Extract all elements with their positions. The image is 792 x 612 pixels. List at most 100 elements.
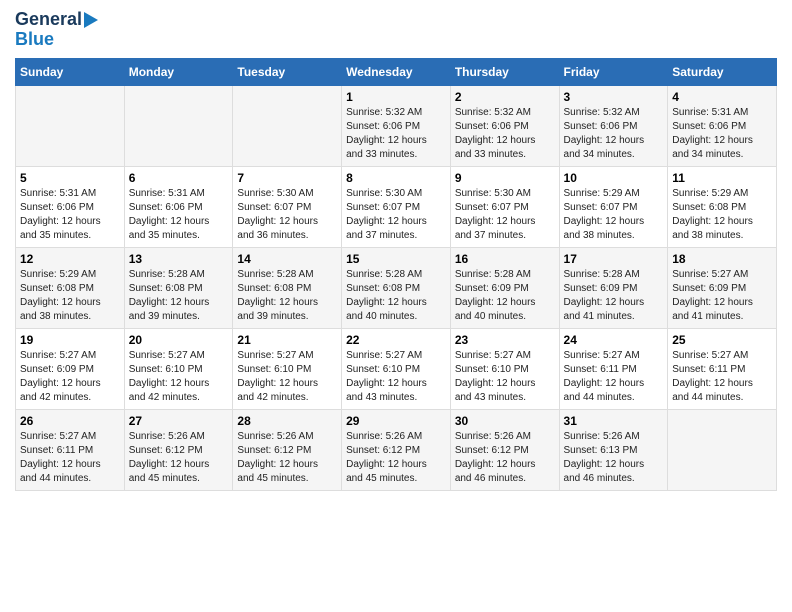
day-number: 8	[346, 171, 446, 185]
day-number: 25	[672, 333, 772, 347]
day-number: 27	[129, 414, 229, 428]
day-number: 22	[346, 333, 446, 347]
day-info: Sunrise: 5:27 AM Sunset: 6:10 PM Dayligh…	[346, 349, 446, 405]
day-number: 2	[455, 90, 555, 104]
calendar-cell: 16Sunrise: 5:28 AM Sunset: 6:09 PM Dayli…	[450, 247, 559, 328]
day-number: 29	[346, 414, 446, 428]
calendar-cell: 19 Sunrise: 5:27 AM Sunset: 6:09 PM Dayli…	[16, 328, 125, 409]
day-number: 24	[564, 333, 664, 347]
day-number: 12	[20, 252, 120, 266]
day-info: Sunrise: 5:26 AM Sunset: 6:12 PM Dayligh…	[346, 430, 446, 486]
day-number: 18	[672, 252, 772, 266]
day-info: Sunrise: 5:28 AM Sunset: 6:08 PM Dayligh…	[237, 268, 337, 324]
day-number: 31	[564, 414, 664, 428]
day-number: 13	[129, 252, 229, 266]
calendar-week-4: 19 Sunrise: 5:27 AM Sunset: 6:09 PM Dayli…	[16, 328, 777, 409]
calendar-week-2: 5 Sunrise: 5:31 AM Sunset: 6:06 PM Daylig…	[16, 166, 777, 247]
day-info: Sunrise: 5:31 AM Sunset: 6:06 PM Dayligh…	[20, 187, 120, 243]
day-info: Sunrise: 5:27 AM Sunset: 6:09 PM Dayligh…	[672, 268, 772, 324]
calendar-cell	[668, 409, 777, 490]
calendar-cell: 23 Sunrise: 5:27 AM Sunset: 6:10 PM Dayli…	[450, 328, 559, 409]
logo-general: General	[15, 10, 82, 30]
calendar-cell: 17 Sunrise: 5:28 AM Sunset: 6:09 PM Dayli…	[559, 247, 668, 328]
day-info: Sunrise: 5:29 AM Sunset: 6:08 PM Dayligh…	[20, 268, 120, 324]
calendar-cell: 27Sunrise: 5:26 AM Sunset: 6:12 PM Dayli…	[124, 409, 233, 490]
calendar-cell: 31 Sunrise: 5:26 AM Sunset: 6:13 PM Dayli…	[559, 409, 668, 490]
calendar-cell: 29 Sunrise: 5:26 AM Sunset: 6:12 PM Dayli…	[342, 409, 451, 490]
calendar-cell	[16, 85, 125, 166]
day-number: 20	[129, 333, 229, 347]
calendar-week-5: 26Sunrise: 5:27 AM Sunset: 6:11 PM Dayli…	[16, 409, 777, 490]
calendar-cell: 28 Sunrise: 5:26 AM Sunset: 6:12 PM Dayli…	[233, 409, 342, 490]
calendar-cell: 9 Sunrise: 5:30 AM Sunset: 6:07 PM Daylig…	[450, 166, 559, 247]
calendar-cell: 5 Sunrise: 5:31 AM Sunset: 6:06 PM Daylig…	[16, 166, 125, 247]
day-info: Sunrise: 5:27 AM Sunset: 6:11 PM Dayligh…	[564, 349, 664, 405]
day-number: 11	[672, 171, 772, 185]
day-number: 14	[237, 252, 337, 266]
day-number: 26	[20, 414, 120, 428]
day-info: Sunrise: 5:27 AM Sunset: 6:11 PM Dayligh…	[672, 349, 772, 405]
header-tuesday: Tuesday	[233, 58, 342, 85]
calendar-cell: 18 Sunrise: 5:27 AM Sunset: 6:09 PM Dayli…	[668, 247, 777, 328]
header-sunday: Sunday	[16, 58, 125, 85]
logo-blue: Blue	[15, 30, 54, 50]
day-info: Sunrise: 5:28 AM Sunset: 6:08 PM Dayligh…	[346, 268, 446, 324]
day-number: 28	[237, 414, 337, 428]
header-thursday: Thursday	[450, 58, 559, 85]
day-number: 5	[20, 171, 120, 185]
calendar-header-row: SundayMondayTuesdayWednesdayThursdayFrid…	[16, 58, 777, 85]
calendar-cell: 4Sunrise: 5:31 AM Sunset: 6:06 PM Daylig…	[668, 85, 777, 166]
day-info: Sunrise: 5:27 AM Sunset: 6:10 PM Dayligh…	[129, 349, 229, 405]
calendar-week-3: 12 Sunrise: 5:29 AM Sunset: 6:08 PM Dayli…	[16, 247, 777, 328]
header-saturday: Saturday	[668, 58, 777, 85]
day-info: Sunrise: 5:27 AM Sunset: 6:10 PM Dayligh…	[455, 349, 555, 405]
calendar-cell: 14 Sunrise: 5:28 AM Sunset: 6:08 PM Dayli…	[233, 247, 342, 328]
day-number: 15	[346, 252, 446, 266]
calendar-cell: 2 Sunrise: 5:32 AM Sunset: 6:06 PM Daylig…	[450, 85, 559, 166]
day-info: Sunrise: 5:32 AM Sunset: 6:06 PM Dayligh…	[455, 106, 555, 162]
day-info: Sunrise: 5:32 AM Sunset: 6:06 PM Dayligh…	[346, 106, 446, 162]
day-info: Sunrise: 5:26 AM Sunset: 6:13 PM Dayligh…	[564, 430, 664, 486]
calendar-week-1: 1Sunrise: 5:32 AM Sunset: 6:06 PM Daylig…	[16, 85, 777, 166]
day-number: 3	[564, 90, 664, 104]
calendar-cell: 30Sunrise: 5:26 AM Sunset: 6:12 PM Dayli…	[450, 409, 559, 490]
day-info: Sunrise: 5:28 AM Sunset: 6:08 PM Dayligh…	[129, 268, 229, 324]
day-number: 30	[455, 414, 555, 428]
calendar-cell: 25 Sunrise: 5:27 AM Sunset: 6:11 PM Dayli…	[668, 328, 777, 409]
calendar-cell: 8 Sunrise: 5:30 AM Sunset: 6:07 PM Daylig…	[342, 166, 451, 247]
day-number: 19	[20, 333, 120, 347]
day-number: 6	[129, 171, 229, 185]
header-wednesday: Wednesday	[342, 58, 451, 85]
calendar-cell: 22 Sunrise: 5:27 AM Sunset: 6:10 PM Dayli…	[342, 328, 451, 409]
day-info: Sunrise: 5:29 AM Sunset: 6:08 PM Dayligh…	[672, 187, 772, 243]
calendar-cell: 13 Sunrise: 5:28 AM Sunset: 6:08 PM Dayli…	[124, 247, 233, 328]
day-number: 9	[455, 171, 555, 185]
logo: General Blue	[15, 10, 98, 50]
calendar-cell: 15 Sunrise: 5:28 AM Sunset: 6:08 PM Dayli…	[342, 247, 451, 328]
day-info: Sunrise: 5:26 AM Sunset: 6:12 PM Dayligh…	[237, 430, 337, 486]
logo-arrow-icon	[84, 12, 98, 28]
calendar-cell: 11 Sunrise: 5:29 AM Sunset: 6:08 PM Dayli…	[668, 166, 777, 247]
day-number: 4	[672, 90, 772, 104]
day-info: Sunrise: 5:28 AM Sunset: 6:09 PM Dayligh…	[564, 268, 664, 324]
day-info: Sunrise: 5:29 AM Sunset: 6:07 PM Dayligh…	[564, 187, 664, 243]
calendar-cell: 3 Sunrise: 5:32 AM Sunset: 6:06 PM Daylig…	[559, 85, 668, 166]
calendar-cell: 1Sunrise: 5:32 AM Sunset: 6:06 PM Daylig…	[342, 85, 451, 166]
day-info: Sunrise: 5:27 AM Sunset: 6:10 PM Dayligh…	[237, 349, 337, 405]
day-number: 21	[237, 333, 337, 347]
calendar-cell	[233, 85, 342, 166]
day-number: 10	[564, 171, 664, 185]
day-number: 7	[237, 171, 337, 185]
day-info: Sunrise: 5:30 AM Sunset: 6:07 PM Dayligh…	[346, 187, 446, 243]
calendar-cell: 24 Sunrise: 5:27 AM Sunset: 6:11 PM Dayli…	[559, 328, 668, 409]
day-info: Sunrise: 5:28 AM Sunset: 6:09 PM Dayligh…	[455, 268, 555, 324]
header-monday: Monday	[124, 58, 233, 85]
day-number: 23	[455, 333, 555, 347]
day-info: Sunrise: 5:32 AM Sunset: 6:06 PM Dayligh…	[564, 106, 664, 162]
page-header: General Blue	[15, 10, 777, 50]
day-number: 17	[564, 252, 664, 266]
calendar-cell: 12 Sunrise: 5:29 AM Sunset: 6:08 PM Dayli…	[16, 247, 125, 328]
day-info: Sunrise: 5:30 AM Sunset: 6:07 PM Dayligh…	[455, 187, 555, 243]
calendar-cell: 6Sunrise: 5:31 AM Sunset: 6:06 PM Daylig…	[124, 166, 233, 247]
day-info: Sunrise: 5:27 AM Sunset: 6:09 PM Dayligh…	[20, 349, 120, 405]
